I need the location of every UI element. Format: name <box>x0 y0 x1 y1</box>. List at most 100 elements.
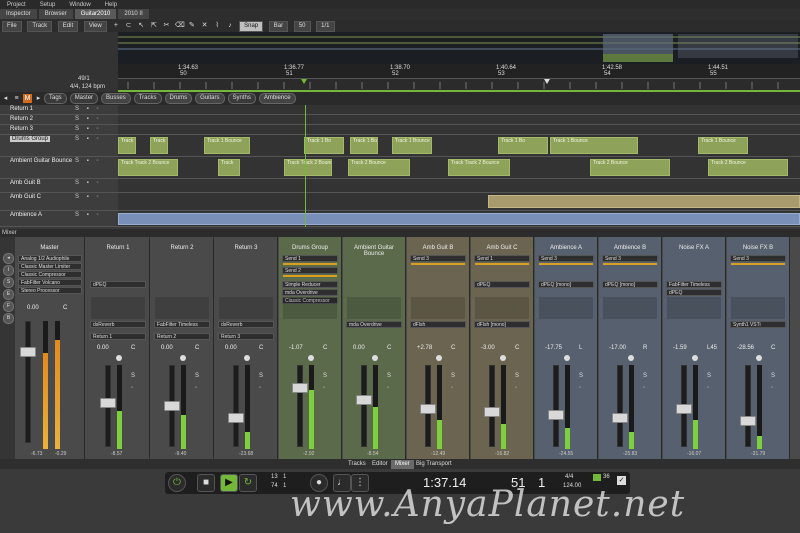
volume-fader-knob[interactable] <box>548 410 564 420</box>
tags-label[interactable]: Tags <box>44 93 67 104</box>
pan-value[interactable]: C <box>259 345 263 351</box>
clip[interactable]: Track Track 2 Bounce <box>284 159 332 176</box>
track-header[interactable]: Return 3 S ▪ ◦ <box>0 125 118 135</box>
track-header[interactable]: Drums Group S ▪ ◦ <box>0 135 118 157</box>
tab-browser[interactable]: Browser <box>38 9 73 19</box>
track-buttons[interactable]: S ▪ ◦ <box>75 106 102 112</box>
pan-knob[interactable] <box>756 355 762 361</box>
stop-icon[interactable]: ■ <box>197 474 215 492</box>
insert-slot[interactable]: dPEQ [mono] <box>538 281 594 288</box>
send-slot[interactable]: Send 3 <box>602 255 658 262</box>
send-level-bar[interactable] <box>603 263 657 265</box>
inputs-icon[interactable]: I <box>3 265 14 276</box>
eq-display[interactable] <box>731 297 785 319</box>
volume-fader-track[interactable] <box>297 365 303 447</box>
mute-tool-icon[interactable]: ✕ <box>200 21 209 30</box>
clip[interactable]: Track 1 Bo <box>304 137 344 154</box>
loop-end-beat[interactable]: 1 <box>283 483 286 489</box>
pan-knob[interactable] <box>628 355 634 361</box>
send-slot[interactable]: Send 3 <box>538 255 594 262</box>
track-lane[interactable] <box>118 193 800 211</box>
eq-icon[interactable]: E <box>3 289 14 300</box>
clip[interactable]: Track 1 Bounce <box>550 137 638 154</box>
track-row[interactable]: Amb Guit B S ▪ ◦ <box>0 179 800 193</box>
pan-value[interactable]: R <box>643 345 647 351</box>
eq-display[interactable] <box>475 297 529 319</box>
quantize-value[interactable]: 50 <box>293 21 311 32</box>
track-header[interactable]: Return 2 S ▪ ◦ <box>0 115 118 125</box>
eq-display[interactable] <box>411 297 465 319</box>
add-icon[interactable]: + <box>111 21 120 30</box>
volume-fader-track[interactable] <box>617 365 623 447</box>
insert-slot[interactable]: FabFilter Timeless <box>666 281 722 288</box>
solo-button[interactable]: S <box>707 373 711 379</box>
send-level-bar[interactable] <box>731 263 785 265</box>
snap-mode-select[interactable]: Bar <box>268 21 289 32</box>
insert-slot[interactable]: dFlsh <box>410 321 466 328</box>
insert-slot[interactable]: dsReverb <box>218 321 274 328</box>
send-slot[interactable]: Send 3 <box>410 255 466 262</box>
volume-fader-track[interactable] <box>745 365 751 447</box>
solo-button[interactable]: S <box>131 373 135 379</box>
send-slot[interactable]: Send 2 <box>282 267 338 274</box>
listen-tool-icon[interactable]: ♪ <box>225 21 234 30</box>
playhead[interactable] <box>305 105 306 227</box>
send-level-bar[interactable] <box>475 263 529 265</box>
volume-fader-knob[interactable] <box>612 413 628 423</box>
send-slot[interactable]: Send 1 <box>282 255 338 262</box>
output-select[interactable]: Return 2 <box>154 333 210 340</box>
track-header[interactable]: Amb Guit B S ▪ ◦ <box>0 179 118 193</box>
clip[interactable]: Track 1 Bounce <box>204 137 250 154</box>
snap-toggle[interactable]: Snap <box>239 21 264 32</box>
insert-slot[interactable]: Synth1 VSTi <box>730 321 786 328</box>
filter-master[interactable]: Master <box>69 93 99 104</box>
pan-knob[interactable] <box>180 355 186 361</box>
volume-fader-knob[interactable] <box>484 407 500 417</box>
track-row[interactable]: Ambient Guitar Bounce S ▪ ◦ Track Track 2… <box>0 157 800 179</box>
clip[interactable]: Track Track 2 Bounce <box>118 159 178 176</box>
track-row[interactable]: Return 1 S ▪ ◦ <box>0 105 800 115</box>
bend-tool-icon[interactable]: ⌇ <box>213 21 222 30</box>
insert-slot[interactable]: dPEQ <box>90 281 146 288</box>
expand-icon[interactable]: ◂ <box>3 253 14 264</box>
solo-button[interactable]: S <box>643 373 647 379</box>
gain-value[interactable]: 0.00 <box>97 345 109 351</box>
pan-value[interactable]: L45 <box>707 345 717 351</box>
send-level-bar[interactable] <box>283 275 337 277</box>
gain-value[interactable]: 0.00 <box>353 345 365 351</box>
bank-icon[interactable]: B <box>3 313 14 324</box>
eq-display[interactable] <box>91 297 145 319</box>
master-fader-knob[interactable] <box>20 347 36 357</box>
filter-guitars[interactable]: Guitars <box>195 93 225 104</box>
track-lane[interactable] <box>118 179 800 193</box>
solo-button[interactable]: S <box>451 373 455 379</box>
sends-icon[interactable]: S <box>3 277 14 288</box>
signature-display[interactable]: 4/4 <box>565 474 573 480</box>
track-buttons[interactable]: S ▪ ◦ <box>75 212 102 218</box>
volume-fader-knob[interactable] <box>420 404 436 414</box>
volume-fader-track[interactable] <box>489 365 495 447</box>
clip[interactable] <box>488 194 800 209</box>
track-header[interactable]: Ambient Guitar Bounce S ▪ ◦ <box>0 157 118 179</box>
eq-display[interactable] <box>219 297 273 319</box>
track-lane[interactable] <box>118 125 800 135</box>
insert-slot[interactable]: Analog 1/2 Audiophile <box>18 255 82 262</box>
insert-slot[interactable]: Classic Master Limiter <box>18 263 82 270</box>
volume-fader-knob[interactable] <box>228 413 244 423</box>
track-row[interactable]: Drums Group S ▪ ◦ Track 1 Bounce Track 1 … <box>0 135 800 157</box>
track-buttons[interactable]: S ▪ ◦ <box>75 194 102 200</box>
pan-knob[interactable] <box>372 355 378 361</box>
volume-fader-knob[interactable] <box>676 404 692 414</box>
menu-setup[interactable]: Setup <box>33 2 63 8</box>
tab-song[interactable]: Guitar2010 <box>74 9 117 19</box>
insert-slot[interactable]: dPEQ [mono] <box>602 281 658 288</box>
send-slot[interactable]: Send 1 <box>474 255 530 262</box>
filter-busses[interactable]: Busses <box>101 93 131 104</box>
pan-value[interactable]: C <box>771 345 775 351</box>
solo-button[interactable]: S <box>515 373 519 379</box>
eq-display[interactable] <box>155 297 209 319</box>
track-buttons[interactable]: S ▪ ◦ <box>75 126 102 132</box>
loop-start-beat[interactable]: 1 <box>283 474 286 480</box>
track-lane[interactable]: Track 1 Bounce Track 1 Bounce Track 1 Bo… <box>118 135 800 157</box>
gain-value[interactable]: -17.00 <box>609 345 626 351</box>
